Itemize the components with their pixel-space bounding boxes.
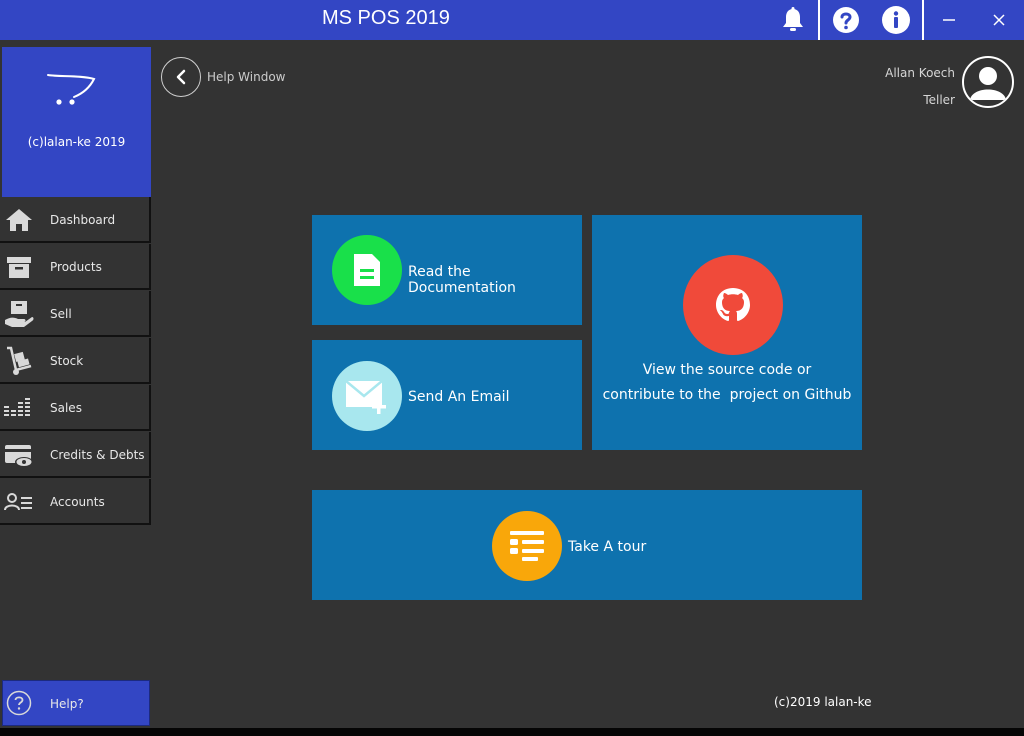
archive-box-icon (7, 257, 31, 278)
sidebar-item-credits-debts[interactable]: Credits & Debts (0, 432, 151, 478)
sidebar-item-label: Stock (50, 354, 84, 368)
sidebar-item-label: Accounts (50, 495, 105, 509)
titlebar-separator (922, 0, 924, 40)
user-avatar-icon (970, 67, 1006, 100)
avatar[interactable] (962, 56, 1014, 108)
brand-panel: (c)lalan-ke 2019 (2, 47, 151, 197)
read-documentation-label: Read the Documentation (408, 264, 516, 296)
question-circle-icon[interactable] (828, 0, 864, 40)
sidebar: (c)lalan-ke 2019 Dashboard Products Sell… (0, 46, 152, 730)
close-icon[interactable] (984, 0, 1014, 40)
help-button[interactable]: Help? (2, 680, 150, 726)
chevron-left-icon (176, 69, 186, 85)
sidebar-item-sell[interactable]: Sell (0, 291, 151, 337)
sidebar-item-accounts[interactable]: Accounts (0, 479, 151, 525)
brand-text: (c)lalan-ke 2019 (27, 135, 126, 149)
sidebar-item-sales[interactable]: Sales (0, 385, 151, 431)
user-list-icon (4, 493, 32, 511)
user-role: Teller (923, 93, 955, 107)
sidebar-item-label: Credits & Debts (50, 448, 145, 462)
document-icon (332, 235, 402, 305)
take-tour-tile[interactable]: Take A tour (312, 490, 862, 600)
sidebar-item-label: Products (50, 260, 102, 274)
footer-copyright: (c)2019 lalan-ke (774, 695, 872, 709)
sidebar-item-stock[interactable]: Stock (0, 338, 151, 384)
taskbar-strip (0, 728, 1024, 736)
minimize-icon[interactable] (934, 0, 964, 40)
help-circle-icon (6, 690, 32, 716)
window-title: MS POS 2019 (322, 7, 450, 29)
bell-icon[interactable] (776, 0, 810, 40)
back-button[interactable] (161, 57, 201, 97)
send-email-tile[interactable]: Send An Email (312, 340, 582, 450)
sidebar-item-dashboard[interactable]: Dashboard (0, 197, 151, 243)
sidebar-item-products[interactable]: Products (0, 244, 151, 290)
github-line-2: contribute to the project on Github (602, 387, 852, 403)
titlebar-separator (818, 0, 820, 40)
page-title: Help Window (207, 70, 286, 84)
cart-logo-icon (47, 74, 96, 105)
github-tile[interactable]: View the source code or contribute to th… (592, 215, 862, 450)
card-eye-icon (5, 445, 33, 467)
github-icon (683, 255, 783, 355)
sidebar-item-label: Sell (50, 307, 72, 321)
send-email-label: Send An Email (408, 389, 510, 405)
list-icon (492, 511, 562, 581)
sidebar-item-label: Sales (50, 401, 82, 415)
sidebar-item-label: Dashboard (50, 213, 116, 227)
take-tour-label: Take A tour (568, 539, 647, 555)
info-circle-icon[interactable] (878, 0, 914, 40)
home-icon (6, 209, 32, 231)
title-bar: MS POS 2019 (0, 0, 1024, 40)
read-documentation-tile[interactable]: Read the Documentation (312, 215, 582, 325)
help-label: Help? (50, 697, 84, 711)
mail-plus-icon (332, 361, 402, 431)
bar-levels-icon (4, 398, 30, 416)
user-name: Allan Koech (885, 66, 955, 80)
github-line-1: View the source code or (642, 362, 812, 378)
hand-truck-icon (7, 346, 32, 375)
hand-box-icon (5, 301, 34, 327)
